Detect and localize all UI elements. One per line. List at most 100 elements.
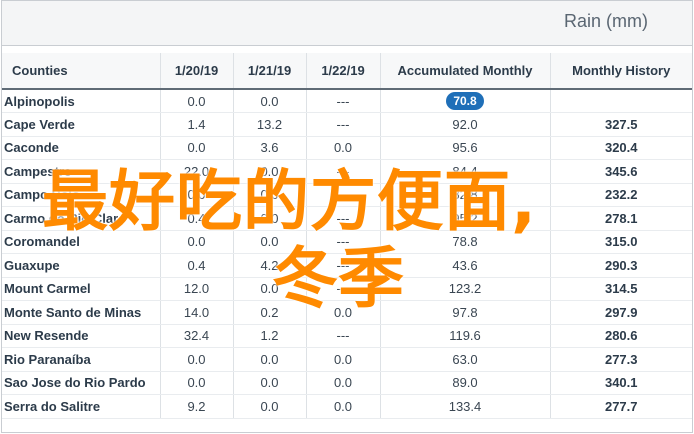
date-2-value: 0.0 — [232, 394, 306, 419]
date-2-value: 0.0 — [232, 277, 306, 301]
county-name: Cape Verde — [2, 112, 160, 137]
date-2-value: 1.2 — [232, 324, 306, 348]
date-2-value: 0.2 — [232, 300, 306, 325]
header-counties[interactable]: Counties — [2, 53, 160, 90]
accumulated-value: 70.8 — [379, 89, 550, 113]
date-1-value: 12.0 — [159, 277, 233, 301]
header-accumulated-monthly[interactable]: Accumulated Monthly — [379, 53, 550, 90]
history-value: 314.5 — [549, 277, 692, 301]
county-name: Campestre — [2, 159, 160, 184]
date-2-value: 0.0 — [232, 183, 306, 207]
accumulated-value: 95.6 — [379, 136, 550, 160]
county-name: Carmo do Rio Claro — [2, 206, 160, 231]
table-row: Cape Verde 1.4 13.2 --- 92.0 327.5 — [2, 112, 692, 137]
date-2-value: 0.0 — [232, 89, 306, 113]
date-1-value: 1.4 — [159, 112, 233, 137]
county-name: Monte Santo de Minas — [2, 300, 160, 325]
history-value — [549, 89, 692, 113]
county-name: Alpinopolis — [2, 89, 160, 113]
accumulated-value: 92.0 — [379, 112, 550, 137]
date-3-value: --- — [305, 159, 380, 184]
table-widget: Rain (mm) Counties 1/20/19 1/21/19 1/22/… — [1, 0, 693, 433]
table-row: Monte Santo de Minas 14.0 0.2 0.0 97.8 297.9 — [2, 300, 692, 325]
header-monthly-history[interactable]: Monthly History — [549, 53, 692, 90]
accumulated-value: 82.8 — [379, 183, 550, 207]
accumulated-value: 123.2 — [379, 277, 550, 301]
date-2-value: 0.0 — [232, 347, 306, 372]
table-row: Guaxupe 0.4 4.2 --- 43.6 290.3 — [2, 253, 692, 278]
date-2-value: 13.2 — [232, 112, 306, 137]
date-1-value: 9.2 — [159, 394, 233, 419]
date-3-value: --- — [305, 277, 380, 301]
accumulated-value: 133.4 — [379, 394, 550, 419]
history-value: 232.2 — [549, 183, 692, 207]
date-3-value: 0.0 — [305, 371, 380, 395]
date-3-value: 0.0 — [305, 300, 380, 325]
county-name: Guaxupe — [2, 253, 160, 278]
date-1-value: 14.0 — [159, 300, 233, 325]
history-value: 280.6 — [549, 324, 692, 348]
county-name: Campo Belo — [2, 183, 160, 207]
rain-table: Counties 1/20/19 1/21/19 1/22/19 Accumul… — [2, 53, 692, 419]
table-row: Rio Paranaíba 0.0 0.0 0.0 63.0 277.3 — [2, 347, 692, 372]
history-value: 320.4 — [549, 136, 692, 160]
accumulated-value: 97.8 — [379, 300, 550, 325]
date-1-value: 22.0 — [159, 159, 233, 184]
table-row: Alpinopolis 0.0 0.0 --- 70.8 — [2, 89, 692, 113]
date-3-value: --- — [305, 253, 380, 278]
table-row: Mount Carmel 12.0 0.0 --- 123.2 314.5 — [2, 277, 692, 301]
county-name: Sao Jose do Rio Pardo — [2, 371, 160, 395]
history-value: 278.1 — [549, 206, 692, 231]
table-header-row: Counties 1/20/19 1/21/19 1/22/19 Accumul… — [2, 53, 692, 90]
date-1-value: 0.4 — [159, 253, 233, 278]
date-1-value: 0.0 — [159, 371, 233, 395]
date-3-value: --- — [305, 112, 380, 137]
history-value: 297.9 — [549, 300, 692, 325]
date-1-value: 0.0 — [159, 183, 233, 207]
county-name: Mount Carmel — [2, 277, 160, 301]
date-3-value: --- — [305, 230, 380, 254]
table-row: Sao Jose do Rio Pardo 0.0 0.0 0.0 89.0 340.1 — [2, 371, 692, 395]
date-3-value: --- — [305, 89, 380, 113]
county-name: Rio Paranaíba — [2, 347, 160, 372]
date-1-value: 0.0 — [159, 230, 233, 254]
date-3-value: 0.0 — [305, 347, 380, 372]
table-row: Serra do Salitre 9.2 0.0 0.0 133.4 277.7 — [2, 394, 692, 419]
history-value: 277.3 — [549, 347, 692, 372]
date-3-value: --- — [305, 183, 380, 207]
date-3-value: --- — [305, 206, 380, 231]
header-date-2[interactable]: 1/21/19 — [232, 53, 306, 90]
date-2-value: 3.6 — [232, 136, 306, 160]
date-3-value: 0.0 — [305, 136, 380, 160]
date-2-value: 0.0 — [232, 159, 306, 184]
accumulated-value: 89.0 — [379, 371, 550, 395]
accumulated-value: 119.6 — [379, 324, 550, 348]
date-1-value: 0.0 — [159, 89, 233, 113]
date-2-value: 0.0 — [232, 371, 306, 395]
date-2-value: 4.2 — [232, 253, 306, 278]
accumulated-value: 43.6 — [379, 253, 550, 278]
table-row: Coromandel 0.0 0.0 --- 78.8 315.0 — [2, 230, 692, 254]
history-value: 327.5 — [549, 112, 692, 137]
table-row: Caconde 0.0 3.6 0.0 95.6 320.4 — [2, 136, 692, 160]
date-2-value: 0.0 — [232, 230, 306, 254]
header-date-1[interactable]: 1/20/19 — [159, 53, 233, 90]
accumulated-highlight-badge: 70.8 — [446, 92, 484, 110]
history-value: 315.0 — [549, 230, 692, 254]
table-row: Campestre 22.0 0.0 --- 84.4 345.6 — [2, 159, 692, 184]
history-value: 345.6 — [549, 159, 692, 184]
accumulated-value: 84.4 — [379, 159, 550, 184]
date-1-value: 0.0 — [159, 347, 233, 372]
accumulated-value: 78.8 — [379, 230, 550, 254]
accumulated-value: 63.0 — [379, 347, 550, 372]
date-1-value: 32.4 — [159, 324, 233, 348]
county-name: Coromandel — [2, 230, 160, 254]
header-date-3[interactable]: 1/22/19 — [305, 53, 380, 90]
table-row: New Resende 32.4 1.2 --- 119.6 280.6 — [2, 324, 692, 348]
county-name: New Resende — [2, 324, 160, 348]
unit-label: Rain (mm) — [564, 11, 648, 31]
table-row: Campo Belo 0.0 0.0 --- 82.8 232.2 — [2, 183, 692, 207]
history-value: 290.3 — [549, 253, 692, 278]
date-3-value: --- — [305, 324, 380, 348]
history-value: 277.7 — [549, 394, 692, 419]
